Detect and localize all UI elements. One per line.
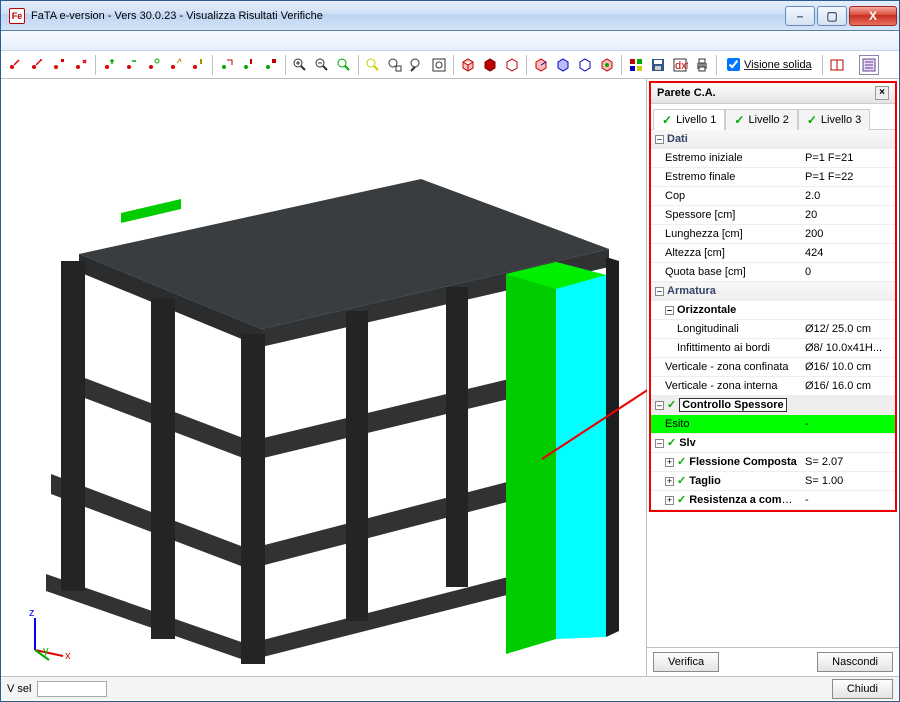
tool-red-2[interactable] — [27, 55, 47, 75]
svg-text:x: x — [65, 650, 71, 662]
zoom-all-icon[interactable] — [363, 55, 383, 75]
cube-3-icon[interactable] — [502, 55, 522, 75]
grid-icon[interactable] — [626, 55, 646, 75]
row-resistenza[interactable]: Resistenza a compr... — [689, 494, 801, 506]
tool-red-5[interactable] — [100, 55, 120, 75]
tool-red-4[interactable] — [71, 55, 91, 75]
zoom-frame-icon[interactable] — [334, 55, 354, 75]
panel-close-icon[interactable]: × — [875, 86, 889, 100]
axis-triad: z x y — [15, 604, 75, 664]
tab-livello-2[interactable]: ✓Livello 2 — [725, 109, 797, 130]
tool-red-1[interactable] — [5, 55, 25, 75]
3d-viewport[interactable]: z x y — [1, 79, 647, 676]
properties-panel: Parete C.A. × ✓Livello 1 ✓Livello 2 ✓Liv… — [647, 79, 899, 676]
close-button[interactable]: X — [849, 6, 897, 26]
toolbar: dxf Visione solida — [1, 51, 899, 79]
row-cop: Cop — [651, 187, 801, 206]
tool-red-7[interactable] — [144, 55, 164, 75]
row-taglio[interactable]: Taglio — [689, 475, 721, 487]
row-altezza: Altezza [cm] — [651, 244, 801, 263]
svg-text:z: z — [29, 607, 35, 619]
minimize-button[interactable]: – — [785, 6, 815, 26]
layout-icon[interactable] — [827, 55, 847, 75]
save-icon[interactable] — [648, 55, 668, 75]
row-quota: Quota base [cm] — [651, 263, 801, 282]
cube-2-icon[interactable] — [480, 55, 500, 75]
zoom-in-icon[interactable] — [290, 55, 310, 75]
cube-1-icon[interactable] — [458, 55, 478, 75]
app-icon: Fe — [9, 8, 25, 24]
cube-5-icon[interactable] — [553, 55, 573, 75]
dxf-icon[interactable]: dxf — [670, 55, 690, 75]
row-vert-interna: Verticale - zona interna — [651, 377, 801, 396]
status-vsel-label: V sel — [7, 683, 31, 695]
row-estremo-iniziale: Estremo iniziale — [651, 149, 801, 168]
tool-red-9[interactable] — [188, 55, 208, 75]
status-vsel-input[interactable] — [37, 681, 107, 697]
solid-view-checkbox[interactable]: Visione solida — [727, 58, 812, 71]
zoom-window-icon[interactable] — [385, 55, 405, 75]
row-lunghezza: Lunghezza [cm] — [651, 225, 801, 244]
maximize-button[interactable]: ▢ — [817, 6, 847, 26]
solid-view-input[interactable] — [727, 58, 740, 71]
tool-red-3[interactable] — [49, 55, 69, 75]
row-esito: Esito — [651, 415, 801, 434]
verifica-button[interactable]: Verifica — [653, 652, 719, 672]
tool-red-6[interactable] — [122, 55, 142, 75]
svg-text:y: y — [43, 645, 49, 657]
cube-4-icon[interactable] — [531, 55, 551, 75]
panel-title: Parete C.A. × — [651, 83, 895, 104]
chiudi-button[interactable]: Chiudi — [832, 679, 893, 699]
cube-7-icon[interactable] — [597, 55, 617, 75]
tool-green-2[interactable] — [239, 55, 259, 75]
tool-green-3[interactable] — [261, 55, 281, 75]
tab-livello-3[interactable]: ✓Livello 3 — [798, 109, 870, 130]
row-estremo-finale: Estremo finale — [651, 168, 801, 187]
row-infittimento: Infittimento ai bordi — [651, 339, 801, 358]
row-spessore: Spessore [cm] — [651, 206, 801, 225]
zoom-out-icon[interactable] — [312, 55, 332, 75]
settings-icon[interactable] — [859, 55, 879, 75]
window-title: FaTA e-version - Vers 30.0.23 - Visualiz… — [31, 10, 785, 22]
nascondi-button[interactable]: Nascondi — [817, 652, 893, 672]
print-icon[interactable] — [692, 55, 712, 75]
tool-green-1[interactable] — [217, 55, 237, 75]
zoom-fit-icon[interactable] — [429, 55, 449, 75]
row-flessione[interactable]: Flessione Composta — [689, 456, 797, 468]
titlebar: Fe FaTA e-version - Vers 30.0.23 - Visua… — [1, 1, 899, 31]
row-vert-confinata: Verticale - zona confinata — [651, 358, 801, 377]
menubar — [1, 31, 899, 51]
panel-tabs: ✓Livello 1 ✓Livello 2 ✓Livello 3 — [651, 104, 895, 130]
app-window: Fe FaTA e-version - Vers 30.0.23 - Visua… — [0, 0, 900, 702]
solid-view-label: Visione solida — [744, 59, 812, 71]
properties-grid: –Dati Estremo inizialeP=1 F=21 Estremo f… — [651, 130, 895, 510]
tab-livello-1[interactable]: ✓Livello 1 — [653, 109, 725, 130]
statusbar: V sel Chiudi — [1, 676, 899, 700]
zoom-prev-icon[interactable] — [407, 55, 427, 75]
tool-red-8[interactable] — [166, 55, 186, 75]
cube-6-icon[interactable] — [575, 55, 595, 75]
svg-text:dxf: dxf — [675, 60, 688, 72]
row-longitudinali: Longitudinali — [651, 320, 801, 339]
